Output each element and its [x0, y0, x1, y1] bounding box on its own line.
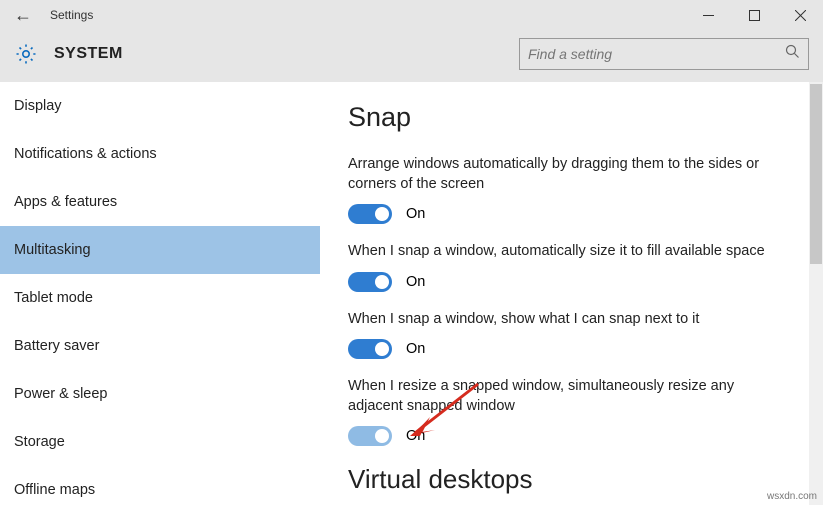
close-button[interactable] [777, 0, 823, 30]
sidebar-item-tablet-mode[interactable]: Tablet mode [0, 274, 320, 322]
sidebar-item-storage[interactable]: Storage [0, 418, 320, 466]
sidebar-item-apps[interactable]: Apps & features [0, 178, 320, 226]
setting-snap-arrange: Arrange windows automatically by draggin… [348, 155, 781, 224]
setting-label: When I snap a window, automatically size… [348, 242, 781, 262]
toggle-state: On [406, 341, 425, 357]
window-title: Settings [46, 8, 93, 22]
window-titlebar: ← Settings [0, 0, 823, 30]
scrollbar-thumb[interactable] [810, 84, 822, 264]
toggle-switch[interactable] [348, 272, 392, 292]
section-title: SYSTEM [54, 45, 123, 63]
sidebar-item-label: Display [14, 98, 62, 114]
setting-snap-resize: When I resize a snapped window, simultan… [348, 377, 781, 446]
maximize-button[interactable] [731, 0, 777, 30]
setting-label: When I resize a snapped window, simultan… [348, 377, 781, 416]
toggle-state: On [406, 428, 425, 444]
gear-icon [14, 42, 38, 66]
search-box[interactable] [519, 38, 809, 70]
setting-snap-fill: When I snap a window, automatically size… [348, 242, 781, 292]
sidebar-item-display[interactable]: Display [0, 82, 320, 130]
toggle-state: On [406, 206, 425, 222]
toggle-switch[interactable] [348, 204, 392, 224]
setting-label: When I snap a window, show what I can sn… [348, 310, 781, 330]
sidebar-item-label: Storage [14, 434, 65, 450]
header: SYSTEM [0, 30, 823, 82]
search-icon [785, 44, 800, 64]
toggle-state: On [406, 274, 425, 290]
sidebar-item-battery-saver[interactable]: Battery saver [0, 322, 320, 370]
toggle-switch[interactable] [348, 339, 392, 359]
sidebar-item-label: Battery saver [14, 338, 99, 354]
sidebar: Display Notifications & actions Apps & f… [0, 82, 320, 505]
sidebar-item-label: Tablet mode [14, 290, 93, 306]
page-heading: Snap [348, 102, 781, 133]
sidebar-item-label: Power & sleep [14, 386, 108, 402]
search-input[interactable] [528, 46, 785, 62]
sidebar-item-power-sleep[interactable]: Power & sleep [0, 370, 320, 418]
setting-snap-assist: When I snap a window, show what I can sn… [348, 310, 781, 360]
sidebar-item-multitasking[interactable]: Multitasking [0, 226, 320, 274]
watermark: wsxdn.com [767, 491, 817, 502]
sidebar-item-label: Offline maps [14, 482, 95, 498]
sidebar-item-label: Apps & features [14, 194, 117, 210]
toggle-switch[interactable] [348, 426, 392, 446]
content-pane: Snap Arrange windows automatically by dr… [320, 82, 809, 505]
sidebar-item-offline-maps[interactable]: Offline maps [0, 466, 320, 514]
setting-label: Arrange windows automatically by draggin… [348, 155, 781, 194]
sidebar-item-notifications[interactable]: Notifications & actions [0, 130, 320, 178]
scrollbar[interactable] [809, 82, 823, 505]
sidebar-item-label: Notifications & actions [14, 146, 157, 162]
back-button[interactable]: ← [0, 0, 46, 30]
minimize-button[interactable] [685, 0, 731, 30]
sidebar-item-label: Multitasking [14, 242, 91, 258]
next-heading: Virtual desktops [348, 464, 781, 495]
